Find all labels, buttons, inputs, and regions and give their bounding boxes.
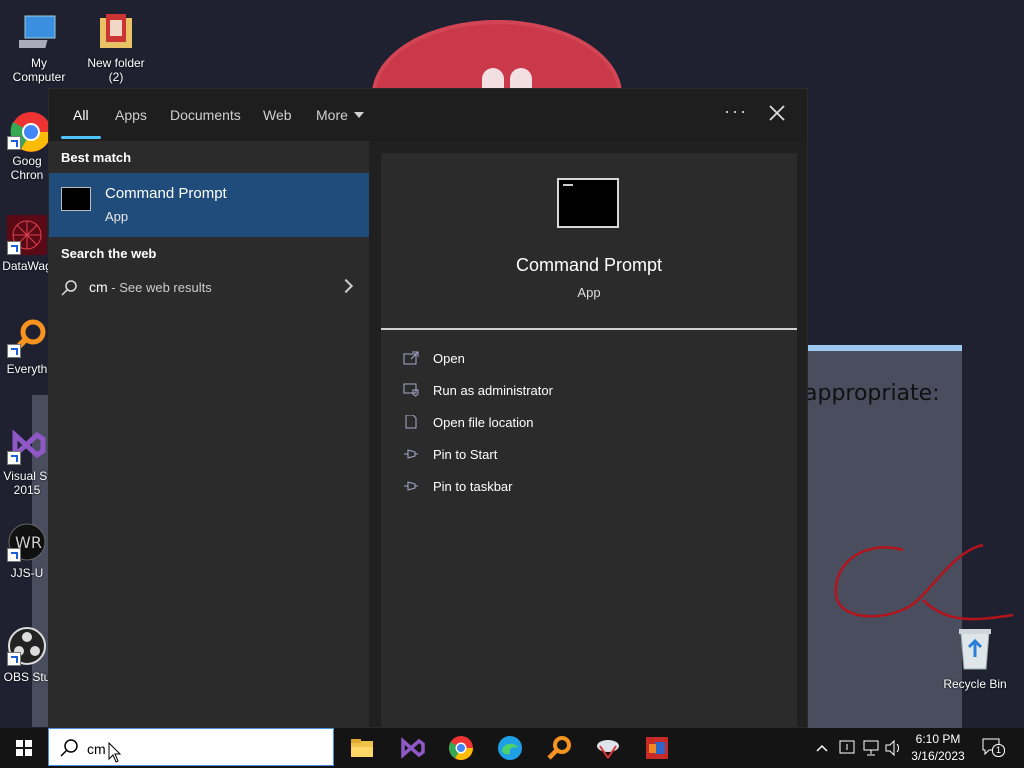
search-panel: All Apps Documents Web More ··· Best mat…	[48, 88, 808, 729]
search-icon	[60, 739, 78, 757]
chevron-up-icon[interactable]	[814, 728, 830, 768]
search-web-heading: Search the web	[61, 246, 157, 261]
best-match-result[interactable]: Command Prompt App	[49, 173, 369, 237]
open-icon	[403, 351, 419, 365]
action-pin-to-taskbar[interactable]: Pin to taskbar	[381, 471, 797, 503]
desktop-icon-label: Visual St 2015	[3, 469, 51, 497]
network-icon[interactable]	[862, 728, 880, 768]
folder-icon	[96, 12, 136, 52]
edge-icon[interactable]	[496, 734, 524, 762]
visual-studio-icon[interactable]	[398, 734, 426, 762]
best-match-heading: Best match	[61, 150, 132, 165]
preview-divider	[381, 328, 797, 330]
search-tabs: All Apps Documents Web More ···	[49, 89, 807, 141]
clock-date: 3/16/2023	[911, 749, 965, 763]
visual-studio-icon	[7, 425, 47, 465]
shortcut-arrow-icon	[7, 241, 21, 255]
chrome-icon	[7, 110, 51, 152]
action-label: Pin to taskbar	[433, 479, 513, 494]
file-explorer-icon[interactable]	[348, 734, 376, 762]
shortcut-arrow-icon	[7, 652, 21, 666]
computer-icon	[11, 12, 59, 52]
result-type: App	[105, 209, 129, 224]
taskbar-search-box[interactable]	[48, 728, 334, 766]
preview-pane: Command Prompt App Open Run as administr…	[381, 153, 797, 729]
desktop-icon-label: OBS Stu	[3, 670, 51, 684]
action-open[interactable]: Open	[381, 343, 797, 375]
desktop-icon-label: Everyth	[6, 362, 48, 376]
taskbar: 6:10 PM 3/16/2023 1	[0, 728, 1024, 768]
action-label: Run as administrator	[433, 383, 553, 398]
pin-icon	[404, 449, 418, 459]
chrome-icon[interactable]	[447, 734, 475, 762]
tab-more[interactable]: More	[316, 107, 364, 123]
magnifier-icon	[7, 318, 47, 358]
chevron-down-icon	[353, 112, 364, 118]
security-icon[interactable]	[838, 728, 856, 768]
obs-icon	[7, 626, 47, 666]
desktop-icon-recycle-bin[interactable]: Recycle Bin	[940, 625, 1010, 691]
preview-title: Command Prompt	[515, 255, 663, 275]
desktop-icon-label: JJS-U	[10, 566, 44, 580]
datawag-icon	[7, 215, 47, 255]
action-label: Pin to Start	[433, 447, 498, 462]
file-location-icon	[405, 415, 417, 429]
desktop-icon-label: New folder (2)	[87, 56, 145, 84]
desktop-icon-label: Goog Chron	[10, 154, 44, 182]
shortcut-arrow-icon	[7, 136, 21, 150]
notification-center-icon[interactable]: 1	[982, 738, 1005, 757]
action-pin-to-start[interactable]: Pin to Start	[381, 439, 797, 471]
action-label: Open	[433, 351, 465, 366]
more-options-icon[interactable]: ···	[724, 101, 748, 122]
mouse-cursor-icon	[108, 742, 122, 763]
shortcut-arrow-icon	[7, 548, 21, 562]
shortcut-arrow-icon	[7, 344, 21, 358]
action-run-as-admin[interactable]: Run as administrator	[381, 375, 797, 407]
recycle-bin-icon	[955, 625, 995, 671]
pin-icon	[404, 481, 418, 491]
command-prompt-icon	[557, 178, 619, 228]
web-search-result[interactable]: cm - See web results	[49, 269, 369, 305]
clock-time: 6:10 PM	[915, 732, 961, 746]
app-icon[interactable]	[643, 734, 671, 762]
taskbar-clock[interactable]: 6:10 PM 3/16/2023	[900, 731, 976, 765]
recycle-bin-label: Recycle Bin	[943, 677, 1007, 691]
red-scribble	[834, 543, 1014, 621]
shortcut-arrow-icon	[7, 451, 21, 465]
web-query-suffix: - See web results	[107, 280, 212, 295]
close-icon[interactable]	[765, 101, 789, 125]
results-list: Best match Command Prompt App Search the…	[49, 141, 369, 729]
background-window-text: appropriate:	[804, 381, 940, 406]
tab-more-label: More	[316, 107, 348, 123]
tab-apps[interactable]: Apps	[115, 107, 147, 123]
desktop-icon-my-computer[interactable]: My Computer	[3, 12, 75, 84]
desktop-icon-label: My Computer	[12, 56, 66, 84]
desktop-icon-new-folder[interactable]: New folder (2)	[80, 12, 152, 84]
tab-all[interactable]: All	[73, 107, 89, 123]
command-prompt-icon	[61, 187, 91, 211]
web-query-text: cm	[89, 279, 108, 295]
everything-search-icon[interactable]	[545, 734, 573, 762]
notification-count: 1	[992, 744, 1005, 757]
chevron-right-icon	[338, 278, 354, 294]
preview-type: App	[577, 285, 601, 300]
shield-icon	[403, 383, 419, 397]
action-label: Open file location	[433, 415, 534, 430]
web-query: cm - See web results	[89, 279, 212, 295]
action-open-file-location[interactable]: Open file location	[381, 407, 797, 439]
windows-start-icon[interactable]	[0, 728, 48, 768]
active-tab-indicator	[61, 136, 101, 139]
tab-web[interactable]: Web	[263, 107, 292, 123]
search-icon	[61, 280, 77, 296]
result-name: Command Prompt	[105, 185, 227, 202]
snipping-tool-icon[interactable]	[594, 734, 622, 762]
wr-icon: WR	[7, 522, 47, 562]
desktop-icon-label: DataWag	[2, 259, 52, 273]
tab-documents[interactable]: Documents	[170, 107, 241, 123]
